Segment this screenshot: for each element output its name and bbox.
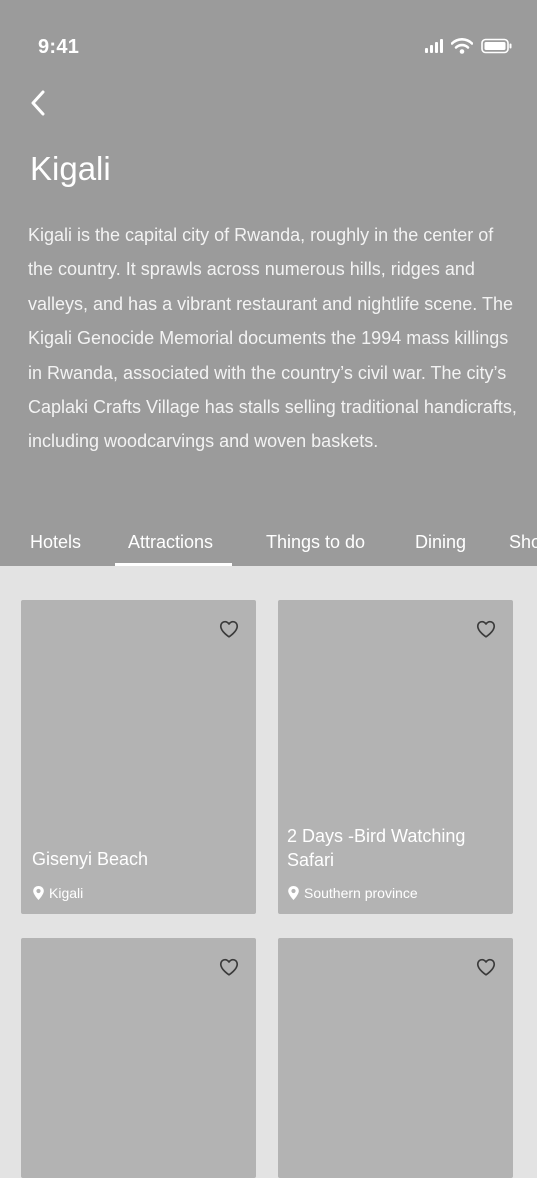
- card-title: 2 Days -Bird Watching Safari: [287, 826, 466, 870]
- attraction-card[interactable]: [278, 938, 513, 1178]
- card-location-label: Southern province: [304, 885, 418, 901]
- location-pin-icon: [33, 886, 44, 900]
- card-location: Southern province: [287, 885, 418, 901]
- chevron-left-icon: [31, 90, 45, 116]
- card-title: Gisenyi Beach: [32, 849, 149, 869]
- category-tabs: Hotels Attractions Things to do Dining S…: [0, 518, 537, 566]
- heart-outline-icon[interactable]: [218, 956, 240, 978]
- tab-dining[interactable]: Dining: [415, 532, 466, 553]
- tab-hotels[interactable]: Hotels: [30, 532, 81, 553]
- cellular-signal-icon: [425, 39, 443, 53]
- status-time: 9:41: [38, 36, 80, 58]
- attraction-card[interactable]: 2 Days -Bird Watching Safari Southern pr…: [278, 600, 513, 914]
- heart-outline-icon[interactable]: [475, 618, 497, 640]
- heart-outline-icon[interactable]: [218, 618, 240, 640]
- tab-attractions[interactable]: Attractions: [128, 532, 213, 553]
- card-location: Kigali: [32, 885, 83, 901]
- wifi-icon: [451, 38, 473, 54]
- tab-things-to-do[interactable]: Things to do: [266, 532, 365, 553]
- back-button[interactable]: [26, 88, 50, 118]
- page-title: Kigali: [30, 150, 111, 187]
- city-header: 9:41 Kigali Kigali is the capital city o…: [0, 0, 537, 566]
- battery-icon: [481, 38, 512, 54]
- attraction-card[interactable]: [21, 938, 256, 1178]
- active-tab-indicator: [115, 563, 232, 566]
- card-location-label: Kigali: [49, 885, 84, 901]
- tab-shopping[interactable]: Sho: [509, 532, 537, 553]
- attraction-card[interactable]: Gisenyi Beach Kigali: [21, 600, 256, 914]
- location-pin-icon: [288, 886, 299, 900]
- status-icons: [425, 38, 513, 54]
- city-description: Kigali is the capital city of Rwanda, ro…: [28, 225, 517, 452]
- heart-outline-icon[interactable]: [475, 956, 497, 978]
